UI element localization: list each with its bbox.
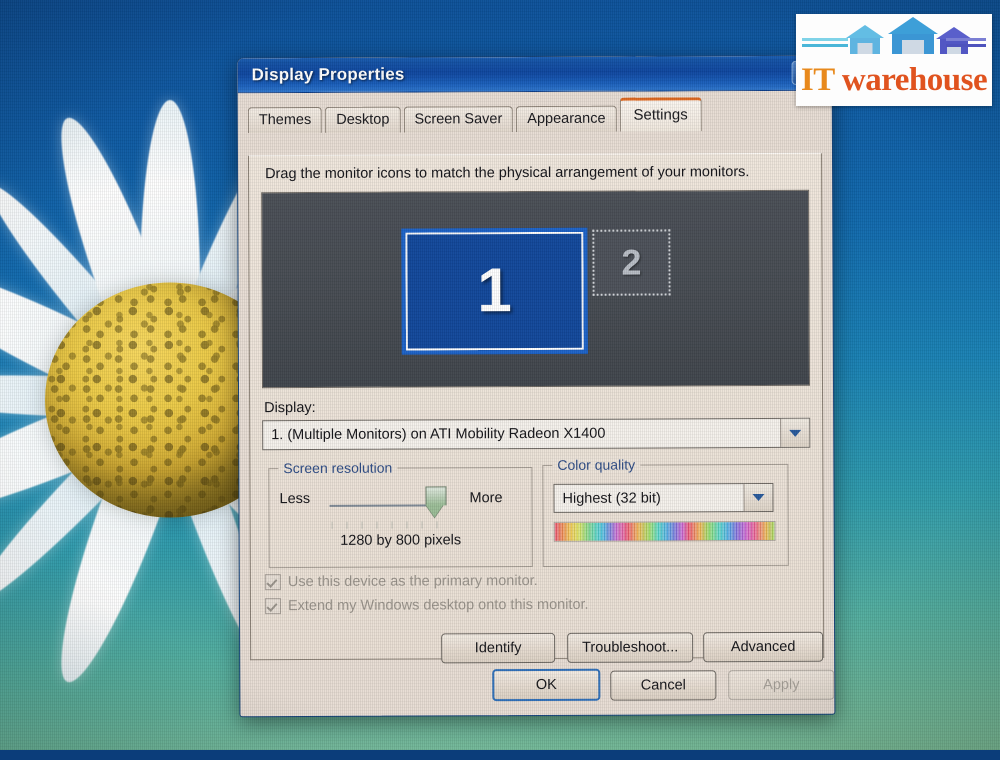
settings-tab-panel: Drag the monitor icons to match the phys… bbox=[247, 152, 825, 664]
screen-resolution-group: Screen resolution Less More 1280 by 800 … bbox=[268, 459, 533, 569]
resolution-more-label: More bbox=[469, 490, 503, 507]
checkbox-primary-monitor-label: Use this device as the primary monitor. bbox=[287, 572, 538, 591]
screen-resolution-label: Screen resolution bbox=[278, 459, 398, 477]
color-quality-label: Color quality bbox=[552, 456, 641, 473]
dialog-title-bar[interactable]: Display Properties bbox=[237, 55, 832, 94]
monitor-icon-1[interactable]: 1 bbox=[401, 227, 588, 355]
display-selected-value: 1. (Multiple Monitors) on ATI Mobility R… bbox=[271, 425, 606, 444]
desktop-wallpaper: Display Properties Themes Desktop Screen… bbox=[0, 0, 1000, 750]
color-spectrum-strip bbox=[553, 520, 776, 542]
resolution-slider-ticks bbox=[331, 521, 452, 529]
resolution-value-text: 1280 by 800 pixels bbox=[340, 532, 462, 549]
tab-bar: Themes Desktop Screen Saver Appearance S… bbox=[247, 97, 832, 134]
tab-settings[interactable]: Settings bbox=[619, 97, 702, 132]
watermark-warehouse: warehouse bbox=[834, 62, 988, 98]
checkbox-extend-desktop-label: Extend my Windows desktop onto this moni… bbox=[287, 596, 589, 615]
resolution-less-label: Less bbox=[279, 490, 311, 508]
watermark-it: IT bbox=[800, 62, 835, 98]
warehouse-logo-icon bbox=[796, 14, 992, 60]
cancel-button[interactable]: Cancel bbox=[610, 670, 717, 701]
display-select[interactable]: 1. (Multiple Monitors) on ATI Mobility R… bbox=[262, 417, 811, 451]
apply-button[interactable]: Apply bbox=[728, 669, 835, 701]
display-properties-dialog: Display Properties Themes Desktop Screen… bbox=[236, 54, 836, 718]
tab-screen-saver[interactable]: Screen Saver bbox=[403, 106, 514, 133]
checkmark-icon bbox=[264, 574, 281, 591]
chevron-down-icon[interactable] bbox=[780, 418, 810, 447]
checkbox-extend-desktop[interactable]: Extend my Windows desktop onto this moni… bbox=[264, 596, 589, 615]
color-quality-select[interactable]: Highest (32 bit) bbox=[553, 482, 774, 513]
watermark-text: IT warehouse bbox=[796, 60, 992, 100]
color-quality-group: Color quality Highest (32 bit) bbox=[542, 456, 789, 567]
tab-themes[interactable]: Themes bbox=[247, 106, 323, 134]
resolution-slider-thumb[interactable] bbox=[425, 486, 447, 518]
troubleshoot-button[interactable]: Troubleshoot... bbox=[567, 632, 694, 663]
resolution-slider-track[interactable] bbox=[329, 504, 440, 507]
tab-appearance[interactable]: Appearance bbox=[516, 105, 617, 133]
ok-button[interactable]: OK bbox=[492, 668, 601, 702]
chevron-down-icon[interactable] bbox=[743, 483, 773, 512]
monitor-1-number: 1 bbox=[477, 256, 512, 326]
monitor-icon-2[interactable]: 2 bbox=[592, 229, 671, 296]
display-label: Display: bbox=[264, 399, 316, 417]
identify-button[interactable]: Identify bbox=[441, 632, 556, 664]
page-title: Display Properties bbox=[251, 64, 405, 85]
advanced-button[interactable]: Advanced bbox=[703, 631, 824, 663]
color-quality-selected-value: Highest (32 bit) bbox=[562, 489, 661, 507]
checkbox-primary-monitor[interactable]: Use this device as the primary monitor. bbox=[264, 572, 538, 591]
monitor-arrangement-hint: Drag the monitor icons to match the phys… bbox=[265, 164, 750, 183]
monitor-2-number: 2 bbox=[621, 241, 642, 283]
it-warehouse-watermark: IT warehouse bbox=[796, 14, 992, 106]
checkmark-icon bbox=[264, 598, 281, 615]
tab-desktop[interactable]: Desktop bbox=[325, 106, 401, 133]
monitor-arrangement-preview[interactable]: 1 2 bbox=[261, 189, 811, 389]
